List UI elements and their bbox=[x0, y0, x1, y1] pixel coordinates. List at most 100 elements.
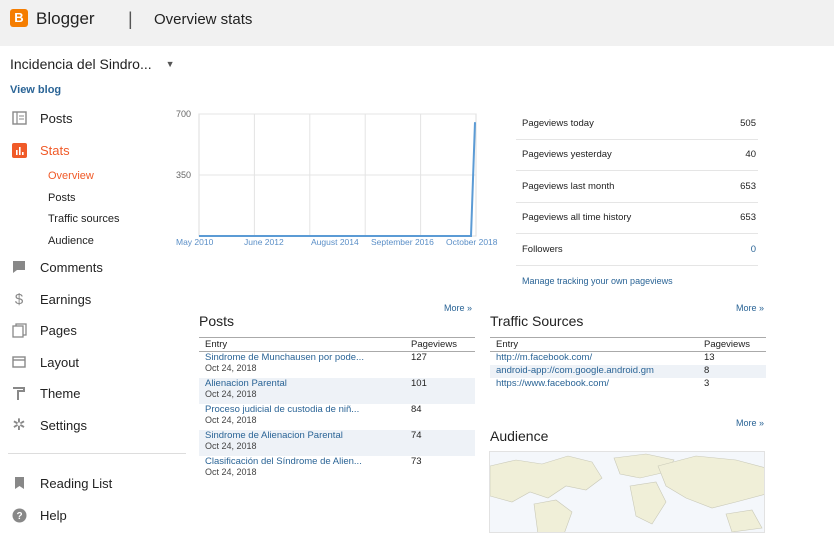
traffic-pageviews: 3 bbox=[704, 378, 710, 389]
post-entry-link[interactable]: Proceso judicial de custodia de niñ... bbox=[205, 404, 405, 415]
sidebar-item-label: Settings bbox=[40, 417, 87, 433]
stat-label: Pageviews yesterday bbox=[522, 149, 612, 161]
pageviews-chart[interactable]: 700 350 May 2010 June 2012 August 2014 Septem… bbox=[176, 108, 506, 253]
sidebar-item-posts[interactable]: Posts bbox=[10, 107, 73, 129]
sidebar-item-label: Earnings bbox=[40, 291, 92, 307]
post-pageviews: 84 bbox=[411, 404, 422, 415]
x-tick-label: June 2012 bbox=[244, 237, 284, 247]
sidebar-item-earnings[interactable]: $ Earnings bbox=[10, 288, 91, 310]
y-tick-label: 350 bbox=[176, 170, 191, 180]
traffic-more-link[interactable]: More » bbox=[736, 303, 764, 313]
posts-more-link[interactable]: More » bbox=[444, 303, 472, 313]
followers-count-link[interactable]: 0 bbox=[751, 244, 756, 255]
sidebar-item-label: Stats bbox=[40, 142, 70, 158]
sidebar-item-settings[interactable]: ✲ Settings bbox=[10, 414, 87, 436]
sidebar-subitem-audience[interactable]: Audience bbox=[48, 235, 94, 247]
sidebar-item-label: Reading List bbox=[40, 475, 113, 491]
gear-icon: ✲ bbox=[12, 417, 26, 434]
post-entry-link[interactable]: Sindrome de Munchausen por pode... bbox=[205, 352, 405, 363]
post-date: Oct 24, 2018 bbox=[205, 389, 257, 399]
stat-value: 40 bbox=[745, 149, 756, 161]
pages-icon bbox=[10, 321, 28, 339]
sidebar-item-label: Posts bbox=[40, 110, 73, 126]
audience-world-map[interactable] bbox=[489, 451, 765, 533]
table-row: http://m.facebook.com/ 13 bbox=[490, 352, 766, 365]
sidebar-item-label: Comments bbox=[40, 259, 103, 275]
sidebar-item-layout[interactable]: Layout bbox=[10, 351, 79, 373]
post-entry-link[interactable]: Alienacion Parental bbox=[205, 378, 405, 389]
stat-row-followers: Followers 0 bbox=[516, 234, 758, 266]
table-row: https://www.facebook.com/ 3 bbox=[490, 378, 766, 391]
table-row: Clasificación del Síndrome de Alien... Oc… bbox=[199, 456, 475, 482]
sidebar-subitem-traffic-sources[interactable]: Traffic sources bbox=[48, 213, 120, 225]
sidebar-item-reading-list[interactable]: Reading List bbox=[10, 472, 112, 494]
audience-more-link[interactable]: More » bbox=[736, 418, 764, 428]
column-header-entry: Entry bbox=[496, 339, 519, 350]
table-row: android-app://com.google.android.gm 8 bbox=[490, 365, 766, 378]
post-pageviews: 127 bbox=[411, 352, 427, 363]
traffic-entry-link[interactable]: http://m.facebook.com/ bbox=[490, 352, 698, 363]
stats-icon bbox=[10, 141, 28, 159]
world-map-icon bbox=[490, 453, 764, 532]
pageview-stats-table: Pageviews today 505 Pageviews yesterday … bbox=[516, 108, 758, 266]
x-tick-label: August 2014 bbox=[311, 237, 359, 247]
post-date: Oct 24, 2018 bbox=[205, 363, 257, 373]
stat-value: 653 bbox=[740, 212, 756, 224]
posts-section-title: Posts bbox=[199, 313, 235, 329]
brand-name[interactable]: Blogger bbox=[36, 9, 95, 29]
traffic-section-title: Traffic Sources bbox=[490, 313, 584, 329]
table-row: Alienacion Parental Oct 24, 2018 101 bbox=[199, 378, 475, 404]
blogger-logo-icon[interactable]: B bbox=[10, 9, 28, 27]
theme-icon bbox=[10, 384, 28, 402]
blog-selector[interactable]: Incidencia del Sindro... ▼ bbox=[10, 56, 175, 72]
column-header-pageviews: Pageviews bbox=[411, 339, 457, 350]
stat-row-all-time: Pageviews all time history 653 bbox=[516, 203, 758, 234]
traffic-pageviews: 8 bbox=[704, 365, 710, 376]
sidebar-item-theme[interactable]: Theme bbox=[10, 382, 80, 404]
post-entry-link[interactable]: Sindrome de Alienacion Parental bbox=[205, 430, 405, 441]
stat-value: 653 bbox=[740, 180, 756, 192]
y-tick-label: 700 bbox=[176, 109, 191, 119]
stat-row-yesterday: Pageviews yesterday 40 bbox=[516, 140, 758, 171]
bookmark-icon bbox=[10, 474, 28, 492]
traffic-entry-link[interactable]: https://www.facebook.com/ bbox=[490, 378, 698, 389]
post-pageviews: 73 bbox=[411, 456, 422, 467]
stat-label: Pageviews last month bbox=[522, 180, 615, 192]
stat-row-today: Pageviews today 505 bbox=[516, 108, 758, 140]
sidebar-item-label: Layout bbox=[40, 354, 80, 370]
sidebar-subitem-overview[interactable]: Overview bbox=[48, 170, 94, 182]
stat-value: 505 bbox=[740, 117, 756, 129]
sidebar-subitem-posts[interactable]: Posts bbox=[48, 192, 76, 204]
x-tick-label: May 2010 bbox=[176, 237, 214, 247]
traffic-entry-link[interactable]: android-app://com.google.android.gm bbox=[490, 365, 698, 376]
sidebar-item-help[interactable]: ? Help bbox=[10, 504, 67, 526]
comment-icon bbox=[10, 258, 28, 276]
traffic-sources-table: Entry Pageviews http://m.facebook.com/ 1… bbox=[490, 337, 766, 391]
posts-table: Entry Pageviews Sindrome de Munchausen p… bbox=[199, 337, 475, 482]
traffic-pageviews: 13 bbox=[704, 352, 715, 363]
table-row: Sindrome de Alienacion Parental Oct 24, 2… bbox=[199, 430, 475, 456]
pageviews-series-line bbox=[199, 122, 476, 237]
help-icon: ? bbox=[10, 506, 28, 524]
x-tick-label: September 2016 bbox=[371, 237, 434, 247]
title-separator: | bbox=[128, 9, 133, 29]
post-entry-link[interactable]: Clasificación del Síndrome de Alien... bbox=[205, 456, 405, 467]
manage-tracking-link[interactable]: Manage tracking your own pageviews bbox=[522, 276, 673, 286]
post-pageviews: 74 bbox=[411, 430, 422, 441]
post-date: Oct 24, 2018 bbox=[205, 415, 257, 425]
posts-icon bbox=[10, 109, 28, 127]
view-blog-link[interactable]: View blog bbox=[10, 84, 61, 96]
page-title: Overview stats bbox=[154, 11, 253, 28]
top-bar: B Blogger | Overview stats bbox=[0, 0, 834, 46]
sidebar-item-comments[interactable]: Comments bbox=[10, 256, 103, 278]
post-date: Oct 24, 2018 bbox=[205, 441, 257, 451]
layout-icon bbox=[10, 353, 28, 371]
sidebar-item-stats[interactable]: Stats bbox=[10, 139, 70, 161]
stat-label: Pageviews today bbox=[522, 117, 594, 129]
column-header-pageviews: Pageviews bbox=[704, 339, 750, 350]
stat-label: Pageviews all time history bbox=[522, 212, 632, 224]
sidebar-divider bbox=[8, 453, 186, 454]
sidebar-item-pages[interactable]: Pages bbox=[10, 319, 77, 341]
post-date: Oct 24, 2018 bbox=[205, 467, 257, 477]
table-header: Entry Pageviews bbox=[490, 337, 766, 352]
